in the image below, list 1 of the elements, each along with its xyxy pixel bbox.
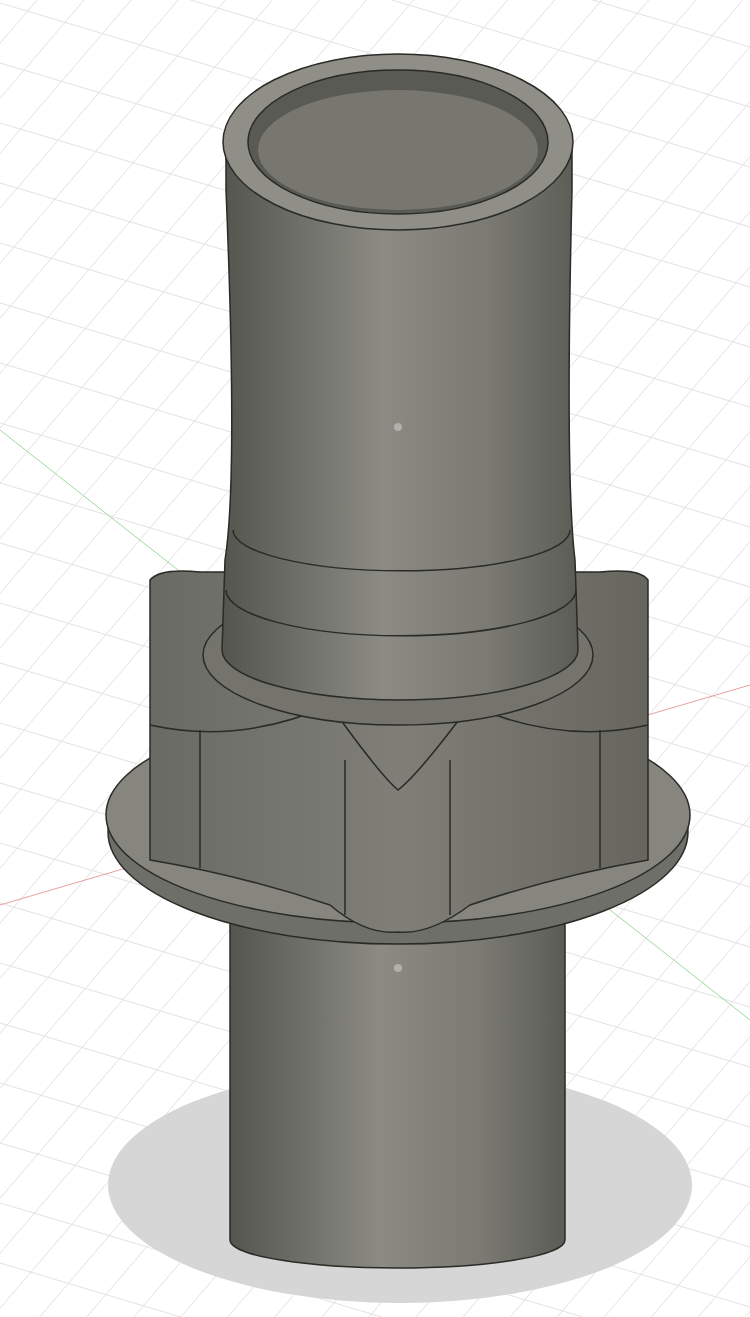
cad-viewport[interactable] xyxy=(0,0,750,1317)
